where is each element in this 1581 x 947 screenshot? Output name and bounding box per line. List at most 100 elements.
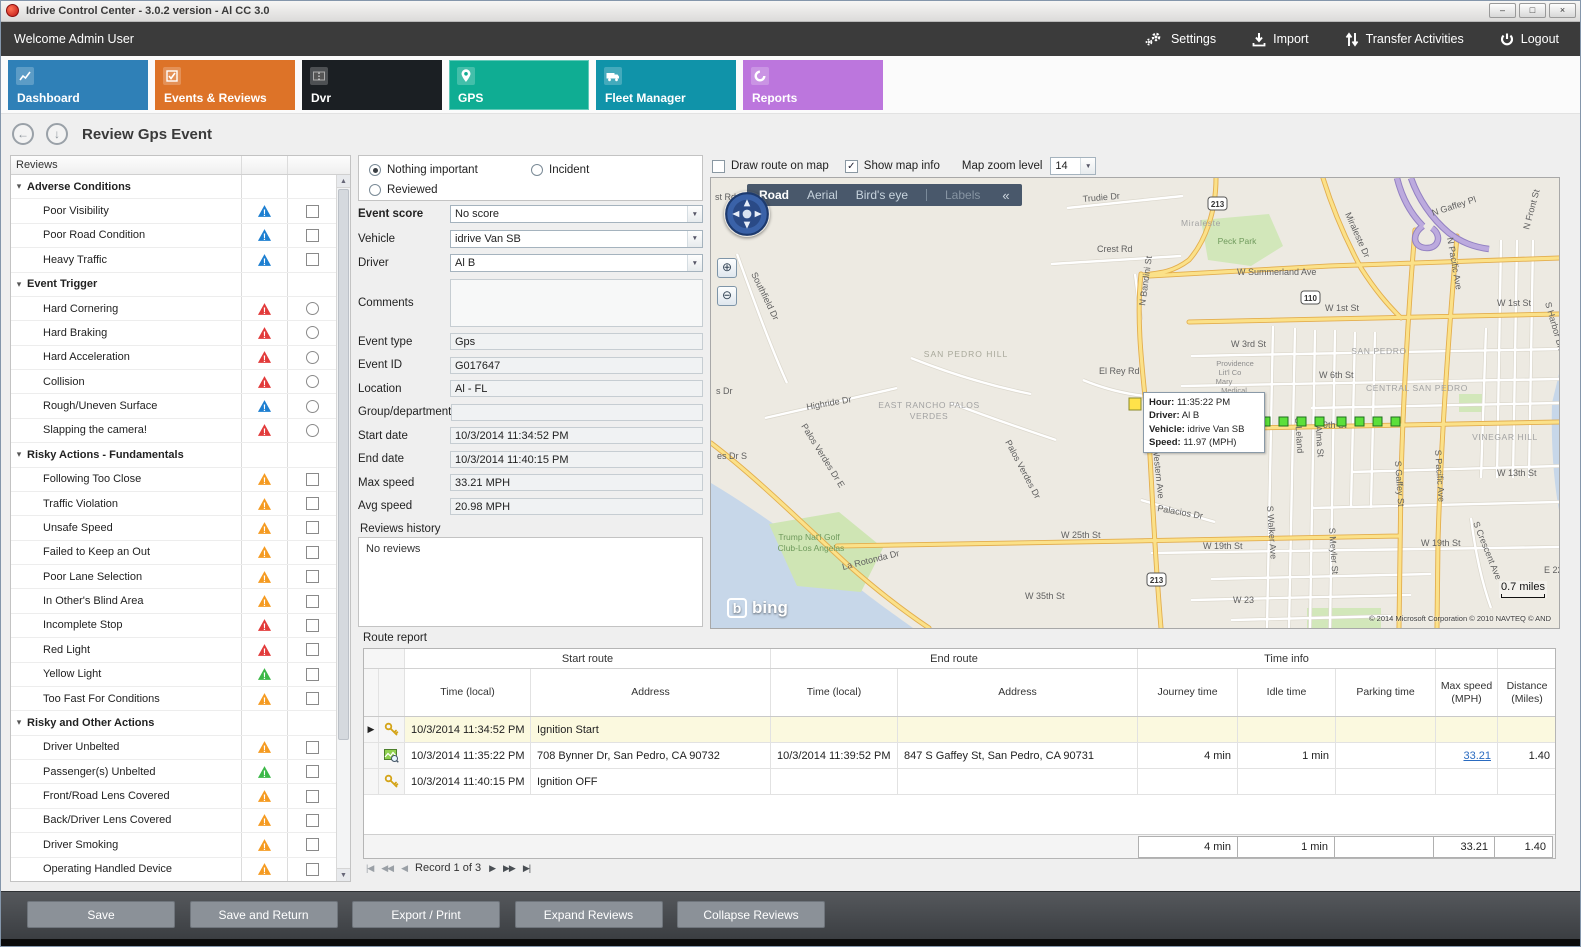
field-avg-speed[interactable]: 20.98 MPH (450, 498, 703, 515)
route-row[interactable]: 10/3/2014 11:40:15 PMIgnition OFF (364, 769, 1555, 795)
review-radio[interactable] (306, 351, 319, 364)
logout-button[interactable]: Logout (1500, 32, 1559, 47)
review-checkbox[interactable] (306, 814, 319, 827)
review-checkbox[interactable] (306, 229, 319, 242)
review-item-row[interactable]: Too Fast For Conditions! (11, 687, 336, 711)
pager-first-button[interactable]: |◀ (366, 863, 373, 874)
review-item-row[interactable]: Poor Visibility! (11, 199, 336, 223)
column-header[interactable]: Max speed (MPH) (1436, 669, 1498, 716)
field-location[interactable]: Al - FL (450, 380, 703, 397)
reviews-history-box[interactable]: No reviews (358, 537, 703, 627)
review-item-row[interactable]: Heavy Traffic! (11, 248, 336, 272)
export-print-button[interactable]: Export / Print (352, 901, 500, 928)
expand-reviews-button[interactable]: Expand Reviews (515, 901, 663, 928)
review-item-row[interactable]: Driver Unbelted! (11, 736, 336, 760)
review-item-row[interactable]: Passenger(s) Unbelted! (11, 760, 336, 784)
review-item-row[interactable]: Hard Cornering! (11, 297, 336, 321)
review-item-row[interactable]: Poor Lane Selection! (11, 565, 336, 589)
field-max-speed[interactable]: 33.21 MPH (450, 474, 703, 491)
column-header[interactable]: Parking time (1336, 669, 1436, 716)
back-button[interactable]: ← (12, 123, 34, 145)
draw-route-checkbox[interactable] (712, 160, 725, 173)
review-item-row[interactable]: Slapping the camera!! (11, 419, 336, 443)
review-checkbox[interactable] (306, 668, 319, 681)
review-item-row[interactable]: Back/Driver Lens Covered! (11, 809, 336, 833)
review-item-row[interactable]: Unsafe Speed! (11, 516, 336, 540)
review-radio[interactable] (306, 302, 319, 315)
status-option[interactable]: Nothing important (369, 162, 531, 179)
review-item-row[interactable]: Hard Acceleration! (11, 346, 336, 370)
column-header[interactable]: Address (531, 669, 771, 716)
pager-next-page-button[interactable]: ▶▶ (503, 863, 515, 874)
review-radio[interactable] (306, 400, 319, 413)
map-canvas[interactable]: st Rd ETrudie DrN Front StN Gaffey PlPec… (711, 178, 1559, 628)
map-zoom-in-button[interactable]: ⊕ (717, 258, 737, 278)
collapse-arrow-icon[interactable]: ▾ (11, 279, 27, 290)
route-row[interactable]: 10/3/2014 11:35:22 PM708 Bynner Dr, San … (364, 743, 1555, 769)
field-event-type[interactable]: Gps (450, 333, 703, 350)
column-header[interactable]: Time (local) (771, 669, 898, 716)
max-speed-link[interactable]: 33.21 (1463, 750, 1491, 762)
review-checkbox[interactable] (306, 205, 319, 218)
review-checkbox[interactable] (306, 619, 319, 632)
column-header[interactable]: Distance (Miles) (1498, 669, 1556, 716)
pager-last-button[interactable]: ▶| (523, 863, 530, 874)
close-button[interactable]: × (1549, 3, 1576, 18)
transfer-activities-button[interactable]: Transfer Activities (1345, 32, 1464, 47)
review-checkbox[interactable] (306, 643, 319, 656)
map-view-aerial[interactable]: Aerial (807, 188, 838, 202)
review-item-row[interactable]: Following Too Close! (11, 468, 336, 492)
review-item-row[interactable]: Red Light! (11, 638, 336, 662)
column-header[interactable]: Address (898, 669, 1138, 716)
review-item-row[interactable]: Collision! (11, 370, 336, 394)
field-event-id[interactable]: G017647 (450, 357, 703, 374)
import-button[interactable]: Import (1252, 32, 1308, 47)
review-item-row[interactable]: Traffic Violation! (11, 492, 336, 516)
minimize-button[interactable]: – (1489, 3, 1516, 18)
review-item-row[interactable]: Front/Road Lens Covered! (11, 784, 336, 808)
column-header[interactable]: Journey time (1138, 669, 1238, 716)
maximize-button[interactable]: □ (1519, 3, 1546, 18)
scroll-up-icon[interactable]: ▲ (337, 175, 350, 188)
collapse-arrow-icon[interactable]: ▾ (11, 449, 27, 460)
field-vehicle[interactable]: idrive Van SB▼ (450, 230, 703, 248)
show-map-info-checkbox[interactable]: ✓ (845, 160, 858, 173)
column-header[interactable]: Time (local) (405, 669, 531, 716)
review-checkbox[interactable] (306, 595, 319, 608)
collapse-reviews-button[interactable]: Collapse Reviews (677, 901, 825, 928)
radio-icon[interactable] (369, 164, 381, 176)
collapse-arrow-icon[interactable]: ▾ (11, 181, 27, 192)
down-button[interactable]: ↓ (46, 123, 68, 145)
review-item-row[interactable]: Operating Handled Device! (11, 858, 336, 882)
map-zoom-out-button[interactable]: ⊖ (717, 286, 737, 306)
review-group-row[interactable]: ▾Risky Actions - Fundamentals (11, 443, 336, 467)
tab-gps[interactable]: GPS (449, 60, 589, 110)
map-view-bird-s-eye[interactable]: Bird's eye (856, 188, 908, 202)
field-event-score[interactable]: No score▼ (450, 205, 703, 223)
scroll-thumb[interactable] (338, 189, 349, 740)
review-checkbox[interactable] (306, 692, 319, 705)
review-item-row[interactable]: Driver Smoking! (11, 833, 336, 857)
review-checkbox[interactable] (306, 546, 319, 559)
field-group-department[interactable] (451, 404, 703, 421)
review-group-row[interactable]: ▾Adverse Conditions (11, 175, 336, 199)
review-item-row[interactable]: Failed to Keep an Out! (11, 541, 336, 565)
review-checkbox[interactable] (306, 863, 319, 876)
status-option[interactable]: Reviewed (369, 182, 531, 199)
review-checkbox[interactable] (306, 253, 319, 266)
tab-reports[interactable]: Reports (743, 60, 883, 110)
save-and-return-button[interactable]: Save and Return (190, 901, 338, 928)
tab-dvr[interactable]: Dvr (302, 60, 442, 110)
map[interactable]: st Rd ETrudie DrN Front StN Gaffey PlPec… (710, 177, 1560, 629)
review-checkbox[interactable] (306, 570, 319, 583)
save-button[interactable]: Save (27, 901, 175, 928)
field-start-date[interactable]: 10/3/2014 11:34:52 PM (450, 427, 703, 444)
review-item-row[interactable]: Hard Braking! (11, 321, 336, 345)
review-radio[interactable] (306, 375, 319, 388)
review-item-row[interactable]: In Other's Blind Area! (11, 589, 336, 613)
radio-icon[interactable] (531, 164, 543, 176)
review-group-row[interactable]: ▾Risky and Other Actions (11, 711, 336, 735)
route-row[interactable]: ▶10/3/2014 11:34:52 PMIgnition Start (364, 717, 1555, 743)
review-checkbox[interactable] (306, 521, 319, 534)
pager-next-button[interactable]: ▶ (489, 863, 495, 874)
